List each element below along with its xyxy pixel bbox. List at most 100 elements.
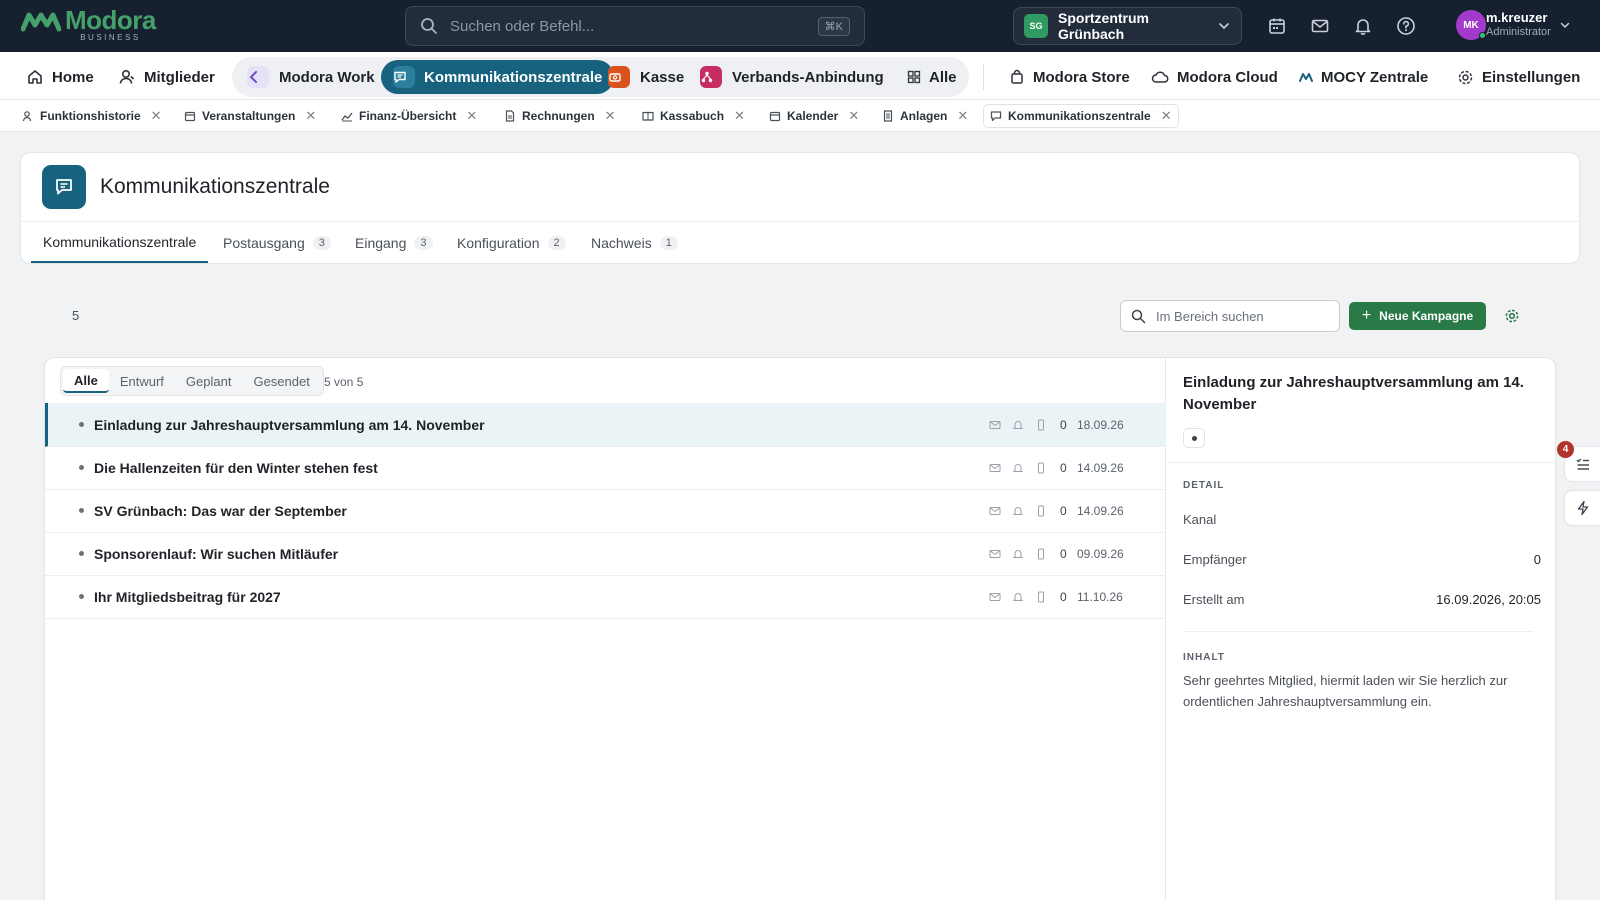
- status-dot: [79, 465, 84, 470]
- subtab-eingang[interactable]: Eingang 3: [355, 223, 433, 263]
- organization-switcher[interactable]: SG Sportzentrum Grünbach: [1013, 7, 1242, 45]
- mocy-logo-icon: [1299, 73, 1313, 82]
- page-title: Kommunikationszentrale: [100, 175, 330, 198]
- close-icon[interactable]: ✕: [848, 108, 859, 124]
- area-search-input[interactable]: Im Bereich suchen: [1120, 300, 1340, 332]
- global-search[interactable]: Suchen oder Befehl... ⌘K: [405, 6, 865, 46]
- message-icon: [393, 66, 415, 88]
- new-campaign-button[interactable]: + Neue Kampagne: [1349, 302, 1486, 330]
- campaign-row[interactable]: Sponsorenlauf: Wir suchen Mitläufer 0 09.0…: [45, 532, 1166, 576]
- task-list-button[interactable]: 4: [1557, 441, 1600, 482]
- filter-entwurf[interactable]: Entwurf: [109, 369, 175, 393]
- nav-store[interactable]: Modora Store: [1009, 60, 1130, 94]
- campaign-title: Die Hallenzeiten für den Winter stehen f…: [94, 459, 378, 476]
- tab-anlagen[interactable]: Anlagen ✕: [876, 104, 974, 128]
- calendar-icon[interactable]: [1265, 14, 1289, 38]
- close-icon[interactable]: ✕: [957, 108, 968, 124]
- close-icon[interactable]: ✕: [466, 108, 477, 124]
- section-heading-detail: DETAIL: [1183, 480, 1225, 491]
- campaign-date: 09.09.26: [1077, 546, 1124, 561]
- nav-cloud[interactable]: Modora Cloud: [1151, 60, 1278, 94]
- tab-finanz-uebersicht[interactable]: Finanz-Übersicht ✕: [335, 104, 483, 128]
- home-icon: [28, 70, 42, 84]
- gear-icon: [1458, 70, 1473, 84]
- tab-funktionshistorie[interactable]: Funktionshistorie ✕: [16, 104, 168, 128]
- campaign-panel: Alle Entwurf Geplant Gesendet 5 von 5 Ei…: [44, 357, 1556, 900]
- user-icon: [119, 69, 135, 84]
- tab-kalender[interactable]: Kalender ✕: [763, 104, 865, 128]
- book-icon: [642, 111, 654, 121]
- detail-label-erstellt: Erstellt am: [1183, 592, 1245, 607]
- quick-actions-button[interactable]: [1564, 490, 1600, 526]
- online-status-dot: [1479, 32, 1486, 39]
- filter-alle[interactable]: Alle: [63, 369, 109, 393]
- tab-veranstaltungen[interactable]: Veranstaltungen ✕: [178, 104, 322, 128]
- subtab-postausgang[interactable]: Postausgang 3: [223, 223, 331, 263]
- gear-icon[interactable]: [1503, 307, 1521, 325]
- campaign-title: Ihr Mitgliedsbeitrag für 2027: [94, 588, 281, 605]
- status-dot: [79, 594, 84, 599]
- close-icon[interactable]: ✕: [605, 108, 616, 124]
- sms-channel-icon: [1035, 591, 1047, 603]
- email-channel-icon: [989, 548, 1001, 560]
- campaign-row[interactable]: Einladung zur Jahreshauptversammlung am …: [45, 403, 1166, 447]
- subtab-konfiguration[interactable]: Konfiguration 2: [457, 223, 566, 263]
- nav-app-all[interactable]: Alle: [907, 60, 957, 94]
- divider: [1167, 462, 1555, 463]
- brand-logo[interactable]: Modora BUSINESS: [21, 7, 156, 42]
- search-shortcut: ⌘K: [817, 16, 850, 36]
- recipient-count: 0: [1060, 546, 1067, 561]
- notification-badge: 4: [1557, 441, 1574, 458]
- close-icon[interactable]: ✕: [305, 108, 316, 124]
- nav-mocy[interactable]: MOCY Zentrale: [1299, 60, 1428, 94]
- count-badge: 2: [547, 236, 566, 250]
- filter-geplant[interactable]: Geplant: [175, 369, 243, 393]
- divider: [21, 221, 1579, 222]
- detail-label-kanal: Kanal: [1183, 512, 1217, 527]
- campaign-date: 14.09.26: [1077, 503, 1124, 518]
- close-icon[interactable]: ✕: [734, 108, 745, 124]
- nav-app-modora-work[interactable]: Modora Work: [247, 60, 375, 94]
- user-menu[interactable]: MK m.kreuzer Administrator: [1456, 10, 1571, 40]
- file-icon: [505, 110, 515, 122]
- chevron-down-icon: [1219, 23, 1229, 30]
- recipient-count: 0: [1060, 460, 1067, 475]
- tab-rechnungen[interactable]: Rechnungen ✕: [498, 104, 622, 128]
- cloud-icon: [1151, 71, 1169, 83]
- close-icon[interactable]: ✕: [151, 108, 162, 124]
- tab-kommunikationszentrale[interactable]: Kommunikationszentrale ✕: [983, 104, 1179, 128]
- nav-app-kasse[interactable]: Kasse: [608, 60, 684, 94]
- subtab-nachweis[interactable]: Nachweis 1: [591, 223, 678, 263]
- filter-gesendet[interactable]: Gesendet: [242, 369, 320, 393]
- search-icon: [1131, 309, 1146, 323]
- recipient-count: 0: [1060, 417, 1067, 432]
- nav-settings[interactable]: Einstellungen: [1457, 60, 1580, 94]
- nav-app-kommunikationszentrale[interactable]: Kommunikationszentrale: [381, 60, 615, 94]
- campaign-row[interactable]: Ihr Mitgliedsbeitrag für 2027 0 11.10.26: [45, 575, 1166, 619]
- top-actions: [1265, 14, 1418, 38]
- org-name: Sportzentrum Grünbach: [1058, 10, 1149, 42]
- nav-app-verbands-anbindung[interactable]: Verbands-Anbindung: [700, 60, 884, 94]
- bell-icon[interactable]: [1351, 14, 1375, 38]
- user-clock-icon: [22, 111, 32, 122]
- side-rail: 4: [1557, 441, 1600, 526]
- sms-channel-icon: [1035, 462, 1047, 474]
- nav-home[interactable]: Home: [26, 60, 94, 94]
- message-icon: [42, 165, 86, 209]
- recipient-count: 0: [1060, 503, 1067, 518]
- detail-value-empfaenger: 0: [1533, 552, 1541, 567]
- campaign-row[interactable]: Die Hallenzeiten für den Winter stehen f…: [45, 446, 1166, 490]
- help-icon[interactable]: [1394, 14, 1418, 38]
- modora-work-icon: [247, 66, 269, 88]
- campaign-row[interactable]: SV Grünbach: Das war der September 0 14.09…: [45, 489, 1166, 533]
- calendar-icon: [184, 111, 196, 122]
- nav-members[interactable]: Mitglieder: [118, 60, 215, 94]
- email-channel-icon: [989, 419, 1001, 431]
- email-channel-icon: [989, 505, 1001, 517]
- close-icon[interactable]: ✕: [1161, 108, 1172, 124]
- mail-icon[interactable]: [1308, 14, 1332, 38]
- push-channel-icon: [1012, 591, 1024, 603]
- subtab-kommunikationszentrale[interactable]: Kommunikationszentrale: [31, 223, 209, 263]
- tab-kassabuch[interactable]: Kassabuch ✕: [636, 104, 751, 128]
- search-placeholder: Suchen oder Befehl...: [450, 17, 595, 35]
